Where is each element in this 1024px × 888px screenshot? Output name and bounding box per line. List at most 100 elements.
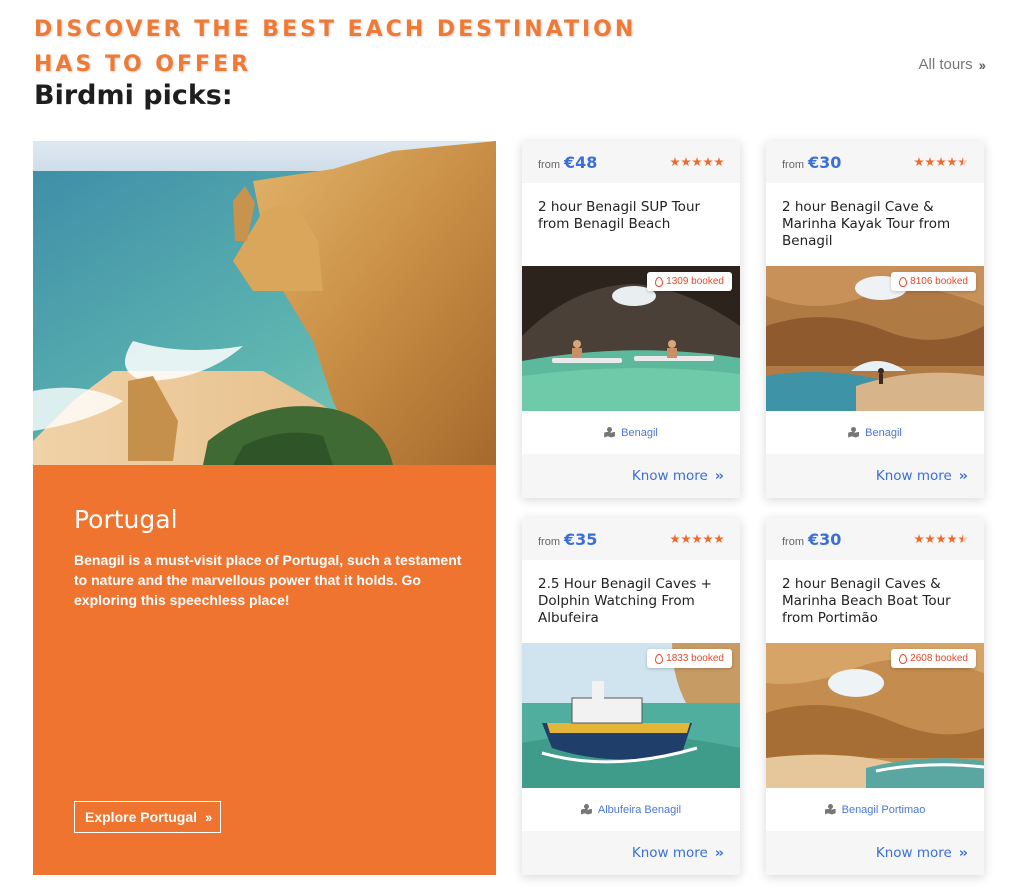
- booked-count: 1833 booked: [666, 653, 724, 664]
- tour-card[interactable]: from €48 2 hour Benagil SUP Tour from Be…: [522, 141, 740, 498]
- star-icon: [703, 157, 713, 167]
- tour-title[interactable]: 2 hour Benagil Caves & Marinha Beach Boa…: [766, 560, 984, 643]
- tour-photo: 1833 booked: [522, 643, 740, 788]
- fire-icon: [655, 653, 664, 664]
- know-more-label: Know more: [875, 845, 952, 861]
- booked-badge: 2608 booked: [891, 649, 976, 668]
- map-icon: [604, 428, 615, 438]
- star-icon: [925, 157, 935, 167]
- star-icon: [670, 157, 680, 167]
- star-icon: [958, 534, 968, 544]
- tour-card[interactable]: from €30 2 hour Benagil Caves & Marinha …: [766, 518, 984, 875]
- destination-title: Portugal: [74, 505, 178, 534]
- fire-icon: [655, 276, 664, 287]
- star-icon: [958, 157, 968, 167]
- fire-icon: [899, 653, 908, 664]
- booked-badge: 8106 booked: [891, 272, 976, 291]
- tour-title[interactable]: 2 hour Benagil SUP Tour from Benagil Bea…: [522, 183, 740, 266]
- location-label: Benagil: [621, 426, 658, 439]
- location-label: Albufeira Benagil: [597, 803, 682, 816]
- star-icon: [936, 534, 946, 544]
- explore-button-label: Explore Portugal: [85, 809, 198, 825]
- map-icon: [848, 428, 859, 438]
- location-label: Benagil Portimao: [841, 803, 926, 816]
- booked-badge: 1833 booked: [647, 649, 732, 668]
- fire-icon: [899, 276, 908, 287]
- know-more-link[interactable]: Know more ››: [522, 831, 740, 875]
- know-more-label: Know more: [875, 468, 952, 484]
- tour-location: Benagil: [766, 411, 984, 454]
- tour-price: from €48: [538, 153, 597, 172]
- all-tours-label: All tours: [918, 56, 973, 73]
- star-rating: [670, 157, 724, 167]
- star-icon: [914, 157, 924, 167]
- star-icon: [703, 534, 713, 544]
- star-icon: [947, 534, 957, 544]
- section-eyebrow: DISCOVER THE BEST EACH DESTINATION HAS T…: [34, 17, 637, 77]
- know-more-link[interactable]: Know more ››: [522, 454, 740, 498]
- price-amount: €30: [808, 152, 842, 172]
- price-prefix: from: [538, 158, 560, 171]
- star-icon: [670, 534, 680, 544]
- tour-title[interactable]: 2 hour Benagil Cave & Marinha Kayak Tour…: [766, 183, 984, 266]
- double-chevron-right-icon: ››: [978, 56, 986, 73]
- tour-price: from €35: [538, 530, 597, 549]
- location-label: Benagil: [865, 426, 902, 439]
- tour-location: Benagil Portimao: [766, 788, 984, 831]
- star-icon: [692, 157, 702, 167]
- tour-location: Albufeira Benagil: [522, 788, 740, 831]
- destination-photo: [33, 141, 496, 465]
- section-title: Birdmi picks:: [34, 80, 233, 111]
- double-chevron-right-icon: ››: [714, 845, 724, 861]
- destination-description: Benagil is a must-visit place of Portuga…: [74, 552, 462, 608]
- price-prefix: from: [782, 158, 804, 171]
- double-chevron-right-icon: ››: [714, 468, 724, 484]
- tour-location: Benagil: [522, 411, 740, 454]
- star-icon: [914, 534, 924, 544]
- star-icon: [681, 534, 691, 544]
- star-rating: [914, 534, 968, 544]
- booked-count: 2608 booked: [910, 653, 968, 664]
- tour-price: from €30: [782, 153, 841, 172]
- price-amount: €30: [808, 529, 842, 549]
- booked-badge: 1309 booked: [647, 272, 732, 291]
- know-more-label: Know more: [631, 468, 708, 484]
- star-icon: [936, 157, 946, 167]
- destination-body: Portugal Benagil is a must-visit place o…: [74, 505, 464, 610]
- star-rating: [914, 157, 968, 167]
- know-more-link[interactable]: Know more ››: [766, 831, 984, 875]
- price-prefix: from: [782, 535, 804, 548]
- double-chevron-right-icon: ››: [958, 468, 968, 484]
- star-icon: [681, 157, 691, 167]
- booked-count: 8106 booked: [910, 276, 968, 287]
- know-more-label: Know more: [631, 845, 708, 861]
- map-icon: [581, 805, 592, 815]
- tour-card[interactable]: from €35 2.5 Hour Benagil Caves + Dolphi…: [522, 518, 740, 875]
- double-chevron-right-icon: ››: [958, 845, 968, 861]
- explore-destination-button[interactable]: Explore Portugal ››: [74, 801, 222, 833]
- star-rating: [670, 534, 724, 544]
- tour-price-bar: from €35: [522, 518, 740, 560]
- tour-price-bar: from €30: [766, 141, 984, 183]
- tour-photo: 1309 booked: [522, 266, 740, 411]
- price-amount: €48: [564, 152, 598, 172]
- price-amount: €35: [564, 529, 598, 549]
- double-chevron-right-icon: ››: [205, 809, 212, 825]
- tour-card[interactable]: from €30 2 hour Benagil Cave & Marinha K…: [766, 141, 984, 498]
- booked-count: 1309 booked: [666, 276, 724, 287]
- map-icon: [825, 805, 836, 815]
- tour-title[interactable]: 2.5 Hour Benagil Caves + Dolphin Watchin…: [522, 560, 740, 643]
- tour-photo: 2608 booked: [766, 643, 984, 788]
- know-more-link[interactable]: Know more ››: [766, 454, 984, 498]
- all-tours-link[interactable]: All tours ››: [918, 56, 986, 73]
- tour-price-bar: from €30: [766, 518, 984, 560]
- tour-price: from €30: [782, 530, 841, 549]
- star-icon: [692, 534, 702, 544]
- price-prefix: from: [538, 535, 560, 548]
- star-icon: [714, 534, 724, 544]
- tour-price-bar: from €48: [522, 141, 740, 183]
- destination-card: Portugal Benagil is a must-visit place o…: [33, 141, 496, 875]
- star-icon: [925, 534, 935, 544]
- tour-photo: 8106 booked: [766, 266, 984, 411]
- star-icon: [947, 157, 957, 167]
